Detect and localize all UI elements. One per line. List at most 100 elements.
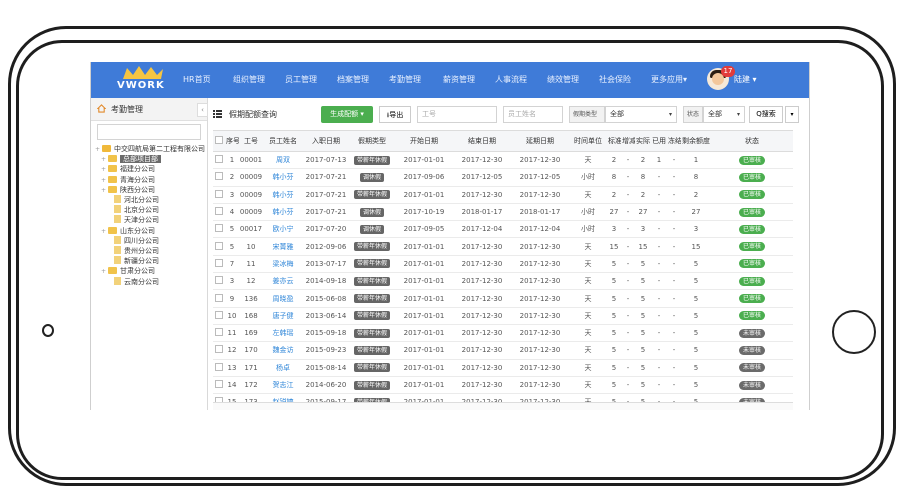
expand-icon[interactable]: + [101,156,108,163]
table-row[interactable]: 12 170 魏金访 2015-09-23 带薪年休假 2017-01-01 2017-12… [213,341,793,360]
column-header[interactable]: 增减 [621,130,635,152]
expand-icon[interactable]: + [101,177,108,184]
more-options-button[interactable]: ▾ [785,106,799,123]
tree-item[interactable]: 云南分公司 [107,276,159,287]
tree-item[interactable]: 贵州分公司 [107,246,159,256]
nav-item-payroll[interactable]: 薪资管理 [443,74,475,85]
row-checkbox-cell[interactable] [213,203,225,222]
nav-item-hr-home[interactable]: HR首页 [183,74,211,85]
emp-no-input[interactable]: 工号 [417,106,497,123]
leave-type-select[interactable]: 全部 ▾ [605,106,677,123]
column-header[interactable]: 开始日期 [395,130,453,152]
employee-name-link[interactable]: 贺志江 [263,376,303,395]
collapse-sidebar-button[interactable]: ‹ [197,103,208,117]
table-row[interactable]: 5 00017 欧小宁 2017-07-20 调休假 2017-09-05 2017-12-… [213,220,793,239]
tree-search-input[interactable] [97,124,201,140]
nav-item-more-apps[interactable]: 更多应用▾ [651,74,687,85]
checkbox[interactable] [215,136,223,144]
expand-icon[interactable]: + [101,187,108,194]
employee-name-link[interactable]: 韩小芬 [263,168,303,187]
tree-item[interactable]: + 中交四航局第二工程有限公司 [95,144,205,154]
tree-item[interactable]: 北京分公司 [107,205,159,215]
tree-item[interactable]: + 陕西分公司 [101,185,155,195]
column-header[interactable]: 员工姓名 [263,130,303,152]
export-button[interactable]: ⭳导出 [379,106,411,123]
select-all-checkbox[interactable] [213,130,225,152]
row-checkbox-cell[interactable] [213,151,225,170]
table-row[interactable]: 3 00009 韩小芬 2017-07-21 带薪年休假 2017-01-01 2017-1… [213,186,793,204]
table-row[interactable]: 11 169 左韩瑶 2015-09-18 带薪年休假 2017-01-01 2017-12… [213,324,793,343]
user-menu[interactable]: 陆建 ▾ [734,74,757,85]
employee-name-link[interactable]: 周晓盈 [263,289,303,308]
checkbox[interactable] [215,224,223,233]
table-row[interactable]: 2 00009 韩小芬 2017-07-21 调休假 2017-09-06 2017-12-… [213,168,793,187]
row-checkbox-cell[interactable] [213,272,225,291]
column-header[interactable]: 结束日期 [453,130,511,152]
nav-item-employees[interactable]: 员工管理 [285,74,317,85]
table-row[interactable]: 10 168 唐子健 2013-06-14 带薪年休假 2017-01-01 2017-12… [213,307,793,325]
column-header[interactable]: 状态 [711,130,793,152]
column-header[interactable]: 剩余额度 [681,130,711,152]
checkbox[interactable] [215,207,223,216]
row-checkbox-cell[interactable] [213,186,225,204]
row-checkbox-cell[interactable] [213,237,225,256]
checkbox[interactable] [215,362,223,371]
table-row[interactable]: 9 136 周晓盈 2015-06-08 带薪年休假 2017-01-01 2017-12-… [213,289,793,308]
column-header[interactable]: 冻结 [667,130,681,152]
expand-icon[interactable]: + [101,228,108,235]
column-header[interactable]: 延期日期 [511,130,569,152]
checkbox[interactable] [215,345,223,354]
tree-item[interactable]: 新疆分公司 [107,256,159,266]
checkbox[interactable] [215,241,223,250]
checkbox[interactable] [215,172,223,181]
checkbox[interactable] [215,310,223,319]
employee-name-link[interactable]: 梁冰梅 [263,255,303,274]
emp-name-input[interactable]: 员工姓名 [503,106,563,123]
tree-item[interactable]: 四川分公司 [107,235,159,246]
column-header[interactable]: 序号 [225,130,239,152]
employee-name-link[interactable]: 魏金访 [263,341,303,360]
nav-item-attendance[interactable]: 考勤管理 [389,74,421,85]
checkbox[interactable] [215,155,223,164]
employee-name-link[interactable]: 左韩瑶 [263,324,303,343]
employee-name-link[interactable]: 唐子健 [263,307,303,325]
row-checkbox-cell[interactable] [213,324,225,343]
row-checkbox-cell[interactable] [213,255,225,274]
table-row[interactable]: 1 00001 周双 2017-07-13 带薪年休假 2017-01-01 2017-12… [213,151,793,170]
column-header[interactable]: 假期类型 [349,130,395,152]
table-row[interactable]: 4 00009 韩小芬 2017-07-21 调休假 2017-10-19 2018-01-… [213,203,793,222]
checkbox[interactable] [215,293,223,302]
column-header[interactable]: 标准 [607,130,621,152]
expand-icon[interactable]: + [101,268,108,275]
nav-item-hr-flow[interactable]: 人事流程 [495,74,527,85]
generate-quota-button[interactable]: 生成配额 ▾ [321,106,373,123]
employee-name-link[interactable]: 宋菁雅 [263,237,303,256]
vwork-logo[interactable]: VWORK [117,66,177,94]
nav-item-archives[interactable]: 档案管理 [337,74,369,85]
row-checkbox-cell[interactable] [213,341,225,360]
employee-name-link[interactable]: 韩小芬 [263,186,303,204]
employee-name-link[interactable]: 欧小宁 [263,220,303,239]
column-header[interactable]: 时间单位 [569,130,607,152]
row-checkbox-cell[interactable] [213,359,225,377]
checkbox[interactable] [215,380,223,388]
nav-item-social-insurance[interactable]: 社会保险 [599,74,631,85]
nav-item-performance[interactable]: 绩效管理 [547,74,579,85]
row-checkbox-cell[interactable] [213,220,225,239]
employee-name-link[interactable]: 周双 [263,151,303,170]
checkbox[interactable] [215,189,223,198]
tree-item[interactable]: 河北分公司 [107,195,159,205]
tree-item[interactable]: + 总部项目部 [101,154,161,164]
tree-item[interactable]: + 福建分公司 [101,164,155,174]
employee-name-link[interactable]: 杨卓 [263,359,303,377]
checkbox[interactable] [215,276,223,285]
column-header[interactable]: 实际 [635,130,651,152]
employee-name-link[interactable]: 姜亦云 [263,272,303,291]
checkbox[interactable] [215,258,223,267]
search-button[interactable]: Q搜索 [749,106,783,123]
row-checkbox-cell[interactable] [213,289,225,308]
home-button[interactable] [832,310,876,354]
tree-item[interactable]: + 青海分公司 [101,175,155,185]
column-header[interactable]: 工号 [239,130,263,152]
status-select[interactable]: 全部 ▾ [703,106,745,123]
